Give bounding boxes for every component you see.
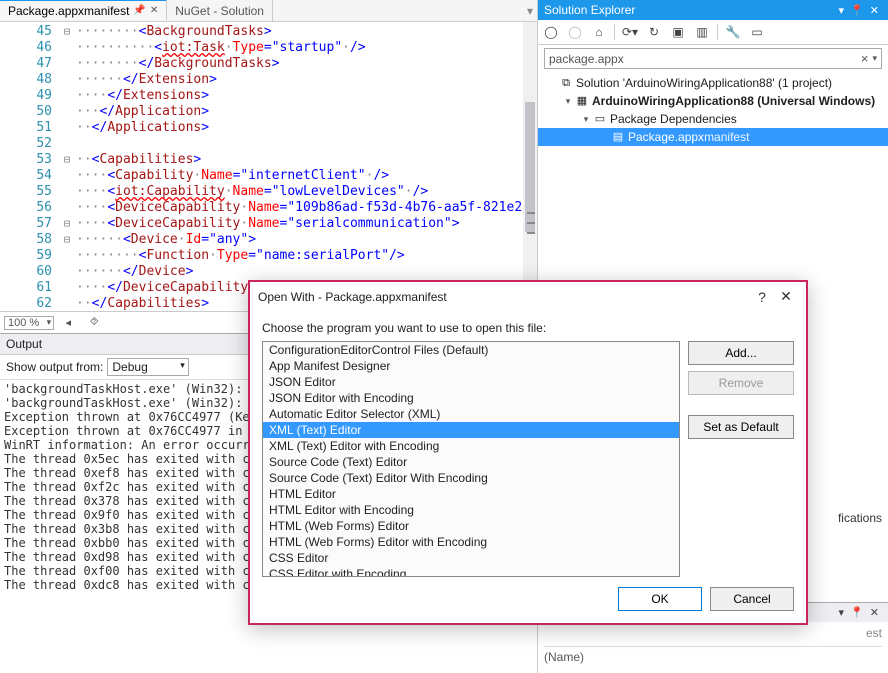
program-option[interactable]: ConfigurationEditorControl Files (Defaul… — [263, 342, 679, 358]
tree-row[interactable]: ⧉Solution 'ArduinoWiringApplication88' (… — [538, 74, 888, 92]
add-button[interactable]: Add... — [688, 341, 794, 365]
program-option[interactable]: Automatic Editor Selector (XML) — [263, 406, 679, 422]
tab-label: NuGet - Solution — [175, 4, 264, 18]
zoom-select[interactable]: 100 % — [4, 316, 54, 330]
editor-tabs: Package.appxmanifest 📌 ✕ NuGet - Solutio… — [0, 0, 537, 22]
close-icon[interactable]: ✕ — [867, 4, 882, 17]
home-icon[interactable]: ⌂ — [590, 23, 608, 41]
remove-button: Remove — [688, 371, 794, 395]
overview-marker — [527, 232, 535, 234]
cancel-button[interactable]: Cancel — [710, 587, 794, 611]
solution-explorer-title: Solution Explorer ▾ 📍 ✕ — [538, 0, 888, 20]
program-option[interactable]: CSS Editor with Encoding — [263, 566, 679, 577]
show-output-from-label: Show output from: — [6, 360, 103, 374]
program-option[interactable]: JSON Editor with Encoding — [263, 390, 679, 406]
nav-back-icon[interactable]: ◂ — [60, 315, 76, 331]
program-option[interactable]: CSS Editor — [263, 550, 679, 566]
tab-label: Package.appxmanifest — [8, 4, 129, 18]
solution-explorer-toolbar: ◯ ◯ ⌂ ⟳▾ ↻ ▣ ▥ 🔧 ▭ — [538, 20, 888, 45]
property-name-label: (Name) — [544, 650, 644, 664]
ok-button[interactable]: OK — [618, 587, 702, 611]
refresh-icon[interactable]: ↻ — [645, 23, 663, 41]
dropdown-icon[interactable]: ▾ — [836, 4, 848, 17]
notifications-tab-fragment[interactable]: fications — [832, 508, 888, 528]
close-icon[interactable]: ✕ — [774, 288, 798, 305]
program-option[interactable]: Source Code (Text) Editor — [263, 454, 679, 470]
pin-icon[interactable]: 📌 — [133, 5, 145, 16]
tree-row[interactable]: ▤Package.appxmanifest — [538, 128, 888, 146]
issue-nav-icon[interactable]: ⯑ — [86, 315, 102, 331]
overview-marker — [527, 222, 535, 224]
close-icon[interactable]: ✕ — [867, 606, 882, 619]
program-list[interactable]: ConfigurationEditorControl Files (Defaul… — [262, 341, 680, 577]
pin-icon[interactable]: 📍 — [847, 4, 867, 17]
search-value: package.appx — [549, 52, 857, 66]
sync-icon[interactable]: ⟳▾ — [621, 23, 639, 41]
clear-search-icon[interactable]: × — [857, 51, 873, 66]
open-with-dialog: Open With - Package.appxmanifest ? ✕ Cho… — [248, 280, 808, 625]
help-icon[interactable]: ? — [750, 289, 774, 305]
program-option[interactable]: XML (Text) Editor — [263, 422, 679, 438]
program-option[interactable]: HTML (Web Forms) Editor — [263, 518, 679, 534]
search-dropdown-icon[interactable]: ▾ — [872, 53, 877, 64]
properties-body: est (Name) — [538, 622, 888, 673]
solution-tree[interactable]: ⧉Solution 'ArduinoWiringApplication88' (… — [538, 72, 888, 148]
overview-marker — [527, 212, 535, 214]
back-icon[interactable]: ◯ — [542, 23, 560, 41]
solution-explorer-search[interactable]: package.appx × ▾ — [544, 48, 882, 69]
tree-row[interactable]: ▾▦ArduinoWiringApplication88 (Universal … — [538, 92, 888, 110]
collapse-icon[interactable]: ▣ — [669, 23, 687, 41]
show-all-icon[interactable]: ▥ — [693, 23, 711, 41]
program-option[interactable]: HTML Editor — [263, 486, 679, 502]
tab-overflow[interactable]: ▾ — [523, 0, 537, 21]
program-option[interactable]: Source Code (Text) Editor With Encoding — [263, 470, 679, 486]
dropdown-icon[interactable]: ▾ — [836, 606, 848, 619]
program-option[interactable]: XML (Text) Editor with Encoding — [263, 438, 679, 454]
output-source-select[interactable]: Debug — [107, 358, 188, 376]
program-option[interactable]: HTML (Web Forms) Editor with Encoding — [263, 534, 679, 550]
program-option[interactable]: JSON Editor — [263, 374, 679, 390]
tab-package-manifest[interactable]: Package.appxmanifest 📌 ✕ — [0, 0, 167, 20]
tree-row[interactable]: ▾▭Package Dependencies — [538, 110, 888, 128]
program-option[interactable]: HTML Editor with Encoding — [263, 502, 679, 518]
tab-nuget-solution[interactable]: NuGet - Solution — [167, 0, 273, 21]
properties-hint: est — [544, 626, 882, 640]
forward-icon[interactable]: ◯ — [566, 23, 584, 41]
close-icon[interactable]: ✕ — [150, 5, 158, 16]
set-default-button[interactable]: Set as Default — [688, 415, 794, 439]
properties-icon[interactable]: 🔧 — [724, 23, 742, 41]
preview-icon[interactable]: ▭ — [748, 23, 766, 41]
dialog-title: Open With - Package.appxmanifest — [258, 290, 750, 304]
code-editor[interactable]: 4546474849505152535455565758596061626364… — [0, 22, 537, 311]
program-option[interactable]: App Manifest Designer — [263, 358, 679, 374]
pin-icon[interactable]: 📍 — [847, 606, 867, 619]
dialog-prompt: Choose the program you want to use to op… — [262, 315, 794, 341]
editor-scrollbar[interactable] — [523, 22, 537, 311]
